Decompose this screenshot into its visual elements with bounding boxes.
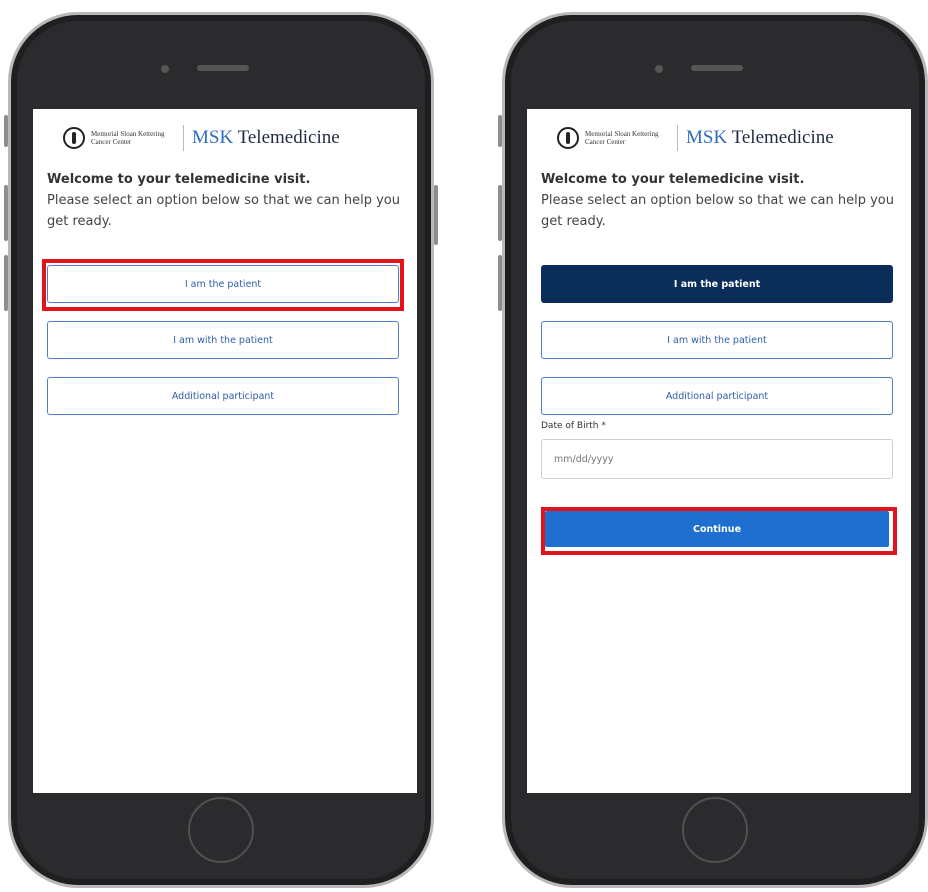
- earpiece-speaker: [197, 65, 249, 71]
- highlight-box: [42, 259, 404, 311]
- volume-down-button: [4, 255, 8, 311]
- brand-rest: Telemedicine: [233, 127, 340, 148]
- date-of-birth-label: Date of Birth *: [541, 421, 606, 431]
- mute-switch: [4, 115, 8, 147]
- phone-frame-left: Memorial Sloan Kettering Cancer Center M…: [4, 12, 438, 888]
- front-camera: [161, 65, 169, 73]
- option-i-am-the-patient[interactable]: I am the patient: [541, 265, 893, 303]
- home-button: [682, 797, 748, 863]
- option-i-am-with-the-patient[interactable]: I am with the patient: [541, 321, 893, 359]
- option-additional-participant[interactable]: Additional participant: [541, 377, 893, 415]
- welcome-headline: Welcome to your telemedicine visit.: [47, 172, 311, 187]
- mute-switch: [498, 115, 502, 147]
- header-logo: Memorial Sloan Kettering Cancer Center M…: [63, 123, 393, 153]
- header-logo: Memorial Sloan Kettering Cancer Center M…: [557, 123, 887, 153]
- msk-seal-icon: [557, 127, 579, 149]
- option-i-am-with-the-patient[interactable]: I am with the patient: [47, 321, 399, 359]
- intro-text: Welcome to your telemedicine visit. Plea…: [541, 169, 901, 232]
- intro-subtext: Please select an option below so that we…: [47, 193, 400, 229]
- power-button: [434, 185, 438, 245]
- volume-up-button: [498, 185, 502, 241]
- highlight-box: [541, 507, 897, 555]
- org-name: Memorial Sloan Kettering Cancer Center: [91, 130, 165, 146]
- brand-prefix: MSK: [686, 127, 728, 148]
- volume-down-button: [498, 255, 502, 311]
- option-additional-participant[interactable]: Additional participant: [47, 377, 399, 415]
- earpiece-speaker: [691, 65, 743, 71]
- home-button: [188, 797, 254, 863]
- front-camera: [655, 65, 663, 73]
- brand-title: MSK Telemedicine: [686, 127, 834, 149]
- screen-left: Memorial Sloan Kettering Cancer Center M…: [33, 109, 417, 793]
- phone-frame-right: Memorial Sloan Kettering Cancer Center M…: [498, 12, 928, 888]
- brand-title: MSK Telemedicine: [192, 127, 340, 149]
- intro-subtext: Please select an option below so that we…: [541, 193, 894, 229]
- date-of-birth-input[interactable]: [541, 439, 893, 479]
- screen-right: Memorial Sloan Kettering Cancer Center M…: [527, 109, 911, 793]
- intro-text: Welcome to your telemedicine visit. Plea…: [47, 169, 407, 232]
- logo-divider: [183, 125, 184, 151]
- msk-seal-icon: [63, 127, 85, 149]
- logo-divider: [677, 125, 678, 151]
- welcome-headline: Welcome to your telemedicine visit.: [541, 172, 805, 187]
- volume-up-button: [4, 185, 8, 241]
- brand-rest: Telemedicine: [727, 127, 834, 148]
- org-name: Memorial Sloan Kettering Cancer Center: [585, 130, 659, 146]
- brand-prefix: MSK: [192, 127, 234, 148]
